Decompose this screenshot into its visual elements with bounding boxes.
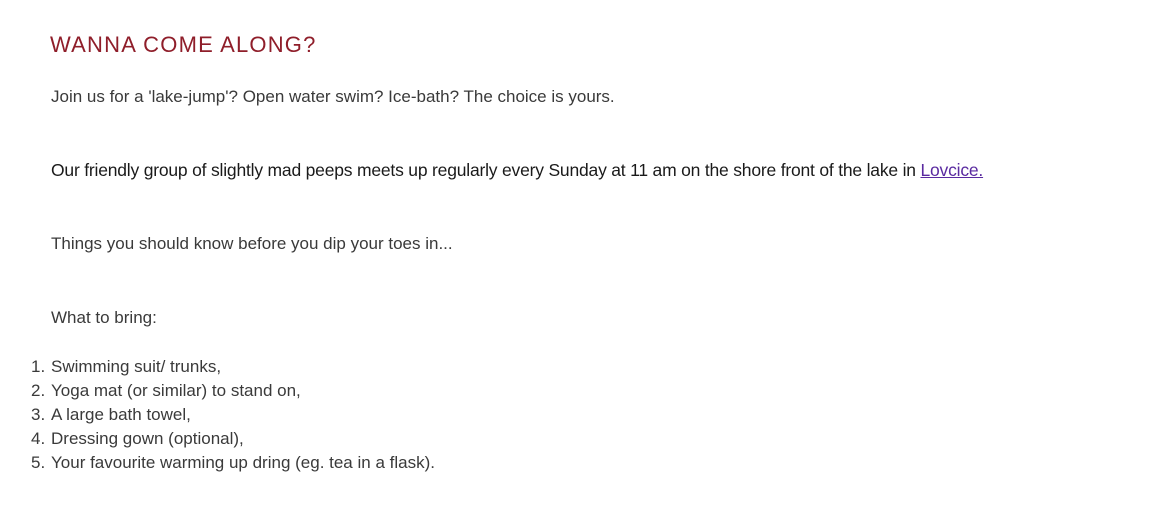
list-item-text: Dressing gown (optional), — [51, 429, 244, 448]
list-item-text: Your favourite warming up dring (eg. tea… — [51, 453, 435, 472]
list-item-number: 4. — [31, 429, 46, 448]
list-item: 2. Yoga mat (or similar) to stand on, — [31, 379, 435, 403]
things-note: Things you should know before you dip yo… — [51, 234, 453, 253]
list-item-text: A large bath towel, — [51, 405, 191, 424]
list-item: 1. Swimming suit/ trunks, — [31, 355, 435, 379]
list-item-number: 5. — [31, 453, 46, 472]
list-item-number: 1. — [31, 357, 46, 376]
intro-text: Join us for a 'lake-jump'? Open water sw… — [51, 87, 615, 106]
section-heading: WANNA COME ALONG? — [50, 32, 317, 57]
bring-title: What to bring: — [51, 308, 157, 327]
lovcice-link[interactable]: Lovcice. — [920, 160, 983, 180]
list-item: 4. Dressing gown (optional), — [31, 427, 435, 451]
bring-list: 1. Swimming suit/ trunks, 2. Yoga mat (or … — [31, 355, 435, 475]
list-item: 5. Your favourite warming up dring (eg. t… — [31, 451, 435, 475]
page-content: WANNA COME ALONG? Join us for a 'lake-ju… — [0, 0, 1156, 526]
list-item: 3. A large bath towel, — [31, 403, 435, 427]
list-item-text: Swimming suit/ trunks, — [51, 357, 222, 376]
meetup-text: Our friendly group of slightly mad peeps… — [51, 158, 983, 182]
list-item-number: 2. — [31, 381, 46, 400]
list-item-number: 3. — [31, 405, 46, 424]
meetup-text-body: Our friendly group of slightly mad peeps… — [51, 160, 921, 180]
list-item-text: Yoga mat (or similar) to stand on, — [51, 381, 301, 400]
